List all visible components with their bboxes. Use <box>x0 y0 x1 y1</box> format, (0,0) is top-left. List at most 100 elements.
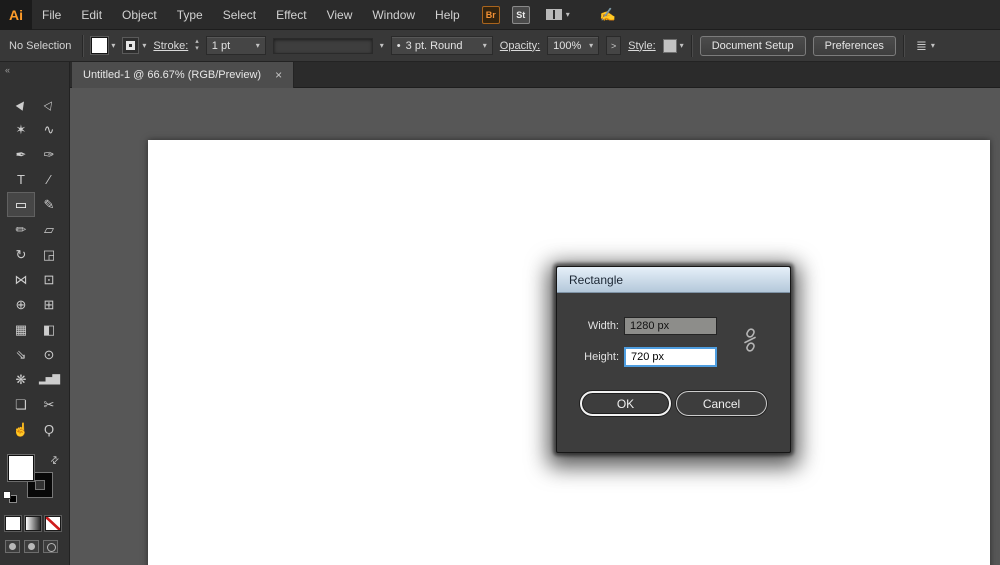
none-button[interactable] <box>45 516 61 531</box>
swap-fill-stroke-icon[interactable]: ⇄ <box>48 454 62 468</box>
pen-tool-button[interactable]: ✒ <box>7 142 35 167</box>
opacity-select[interactable]: 100% ▾ <box>547 36 599 55</box>
collapse-panel-icon[interactable]: « <box>5 65 9 75</box>
dialog-title-bar[interactable]: Rectangle <box>557 267 790 293</box>
color-button[interactable] <box>5 516 21 531</box>
stroke-color-control[interactable]: ▾ <box>122 37 146 54</box>
width-input[interactable] <box>624 317 717 335</box>
stroke-weight-stepper[interactable]: ▴ ▾ <box>195 39 199 52</box>
control-bar: No Selection ▾ ▾ Stroke: ▴ ▾ 1 pt ▾ ▾ • … <box>0 30 1000 62</box>
color-controls: ⇄ <box>0 450 70 565</box>
width-label: Width: <box>557 320 619 332</box>
opacity-value: 100% <box>553 40 581 52</box>
preferences-button[interactable]: Preferences <box>813 36 896 56</box>
width-profile-select[interactable] <box>273 38 373 54</box>
type-tool-button[interactable]: T <box>7 167 35 192</box>
gradient-tool-button[interactable]: ◧ <box>35 317 63 342</box>
artboard-tool-button[interactable]: ❏ <box>7 392 35 417</box>
canvas[interactable] <box>70 88 1000 565</box>
fill-color-indicator[interactable] <box>8 455 34 481</box>
line-segment-tool-button[interactable]: ∕ <box>35 167 63 192</box>
opacity-panel-link[interactable]: Opacity: <box>500 40 540 52</box>
hand-tool-button[interactable]: ☝ <box>7 417 35 442</box>
curvature-tool-button[interactable]: ✑ <box>35 142 63 167</box>
align-lines-icon: ≣ <box>916 38 927 54</box>
menu-object[interactable]: Object <box>112 0 167 30</box>
chevron-down-icon: ▾ <box>483 42 487 50</box>
mesh-tool-button[interactable]: ▦ <box>7 317 35 342</box>
constrain-proportions-icon[interactable] <box>741 327 759 353</box>
column-graph-tool-button[interactable]: ▂▅▇ <box>35 367 63 392</box>
chevron-down-icon[interactable]: ▾ <box>111 42 115 50</box>
stroke-panel-link[interactable]: Stroke: <box>153 40 188 52</box>
eyedropper-tool-button[interactable]: ⇘ <box>7 342 35 367</box>
menu-select[interactable]: Select <box>213 0 266 30</box>
menu-type[interactable]: Type <box>167 0 213 30</box>
close-icon[interactable]: × <box>275 69 282 81</box>
cancel-button[interactable]: Cancel <box>676 391 767 416</box>
chevron-down-icon[interactable]: ▾ <box>380 42 384 50</box>
blend-tool-button[interactable]: ⊙ <box>35 342 63 367</box>
stock-icon[interactable]: St <box>512 6 530 24</box>
chevron-down-icon[interactable]: ▾ <box>680 42 684 50</box>
graphic-style-swatch[interactable] <box>663 39 677 53</box>
illustrator-window: Ai File Edit Object Type Select Effect V… <box>0 0 1000 565</box>
shape-builder-tool-button[interactable]: ⊕ <box>7 292 35 317</box>
graphic-style-control[interactable]: ▾ <box>663 39 684 53</box>
chevron-down-icon: ▾ <box>931 42 935 50</box>
document-tab[interactable]: Untitled-1 @ 66.67% (RGB/Preview) × <box>72 62 294 88</box>
align-options-control[interactable]: ≣ ▾ <box>916 38 935 54</box>
rectangle-tool-button[interactable]: ▭ <box>7 192 35 217</box>
rotate-tool-button[interactable]: ↻ <box>7 242 35 267</box>
menu-effect[interactable]: Effect <box>266 0 316 30</box>
eraser-tool-button[interactable]: ▱ <box>35 217 63 242</box>
chevron-down-icon[interactable]: ▾ <box>566 10 570 19</box>
separator <box>903 35 905 57</box>
chevron-down-icon: ▾ <box>589 42 593 50</box>
menu-help[interactable]: Help <box>425 0 470 30</box>
chevron-down-icon[interactable]: ▾ <box>142 42 146 50</box>
document-tab-bar: Untitled-1 @ 66.67% (RGB/Preview) × <box>70 62 1000 88</box>
bridge-icon[interactable]: Br <box>482 6 500 24</box>
shaper-tool-button[interactable]: ✏ <box>7 217 35 242</box>
tools-grid: ▶ ▷ ✶ ∿ ✒ ✑ T ∕ ▭ ✎ ✏ ▱ ↻ ◲ ⋈ ⊡ ⊕ ⊞ ▦ ◧ … <box>7 92 63 442</box>
gradient-button[interactable] <box>25 516 41 531</box>
symbol-sprayer-tool-button[interactable]: ❋ <box>7 367 35 392</box>
draw-inside-icon[interactable] <box>43 540 58 553</box>
height-input[interactable] <box>624 347 717 367</box>
default-fill-stroke-icon[interactable] <box>3 491 18 504</box>
stroke-swatch[interactable] <box>122 37 139 54</box>
slice-tool-button[interactable]: ✂ <box>35 392 63 417</box>
brush-definition-select[interactable]: • 3 pt. Round ▾ <box>391 36 493 55</box>
fill-swatch[interactable] <box>91 37 108 54</box>
workspace-switcher-icon[interactable]: ✍ <box>600 7 616 23</box>
brush-definition-value: 3 pt. Round <box>406 40 463 52</box>
width-tool-button[interactable]: ⋈ <box>7 267 35 292</box>
stroke-weight-select[interactable]: 1 pt ▾ <box>206 36 266 55</box>
style-panel-link[interactable]: Style: <box>628 40 656 52</box>
menu-edit[interactable]: Edit <box>71 0 112 30</box>
draw-behind-icon[interactable] <box>24 540 39 553</box>
scale-tool-button[interactable]: ◲ <box>35 242 63 267</box>
menu-window[interactable]: Window <box>362 0 425 30</box>
rectangle-dialog: Rectangle Width: Height: OK Cancel <box>556 266 791 453</box>
draw-normal-icon[interactable] <box>5 540 20 553</box>
stroke-weight-value: 1 pt <box>212 40 230 52</box>
default-fill-swatch <box>3 491 11 499</box>
app-logo: Ai <box>0 0 32 30</box>
perspective-grid-tool-button[interactable]: ⊞ <box>35 292 63 317</box>
menu-view[interactable]: View <box>317 0 363 30</box>
zoom-tool-button[interactable]: Ϙ <box>35 417 63 442</box>
brush-dot-icon: • <box>397 40 401 52</box>
fill-color-control[interactable]: ▾ <box>91 37 115 54</box>
more-options-button[interactable]: > <box>606 36 621 55</box>
menu-file[interactable]: File <box>32 0 71 30</box>
paintbrush-tool-button[interactable]: ✎ <box>35 192 63 217</box>
arrange-documents-icon[interactable] <box>546 9 562 20</box>
selection-status: No Selection <box>9 40 71 52</box>
ok-button[interactable]: OK <box>580 391 671 416</box>
stepper-down-icon[interactable]: ▾ <box>195 46 199 52</box>
dialog-buttons: OK Cancel <box>580 391 767 416</box>
free-transform-tool-button[interactable]: ⊡ <box>35 267 63 292</box>
document-setup-button[interactable]: Document Setup <box>700 36 806 56</box>
